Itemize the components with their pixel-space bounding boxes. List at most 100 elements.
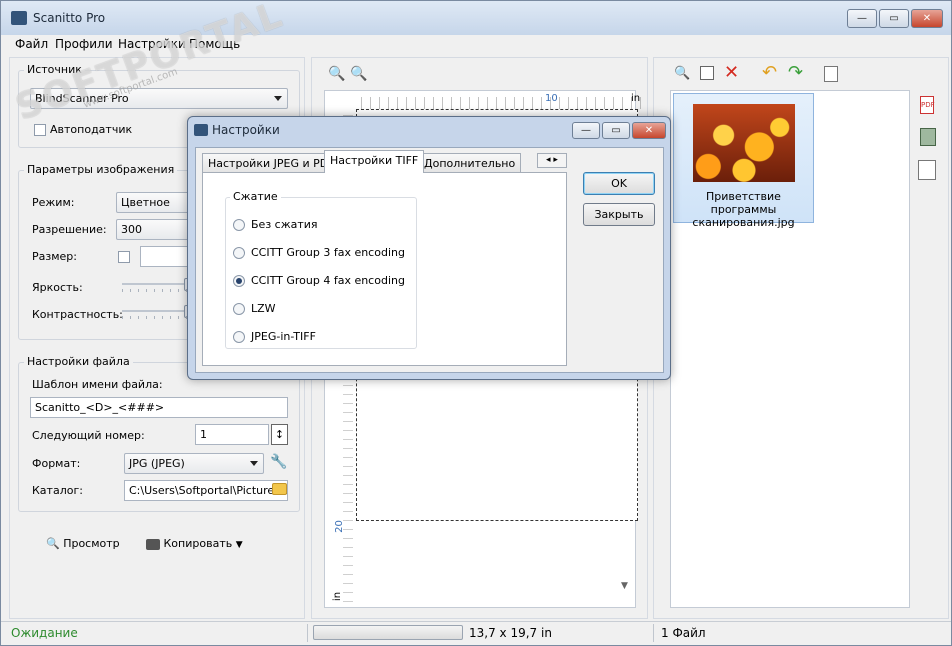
- tab-jpeg-pdf[interactable]: Настройки JPEG и PDF: [202, 153, 341, 172]
- status-divider: [307, 624, 308, 642]
- tab-advanced[interactable]: Дополнительно: [418, 153, 522, 172]
- ok-button[interactable]: OK: [583, 172, 655, 195]
- select-all-icon[interactable]: [700, 66, 714, 80]
- menu-file[interactable]: Файл: [15, 37, 48, 51]
- radio-jpeg-in-tiff[interactable]: [233, 331, 245, 343]
- folder-label: Каталог:: [32, 484, 83, 497]
- pdf-icon[interactable]: PDF: [920, 96, 935, 114]
- status-divider: [653, 624, 654, 642]
- printer-icon: [146, 538, 160, 550]
- format-select[interactable]: JPG (JPEG): [124, 453, 264, 474]
- thumbnail-item[interactable]: Приветствие программы сканирования.jpg: [673, 93, 814, 229]
- file-settings-label: Настройки файла: [24, 355, 133, 368]
- radio-no-compression[interactable]: [233, 219, 245, 231]
- window-title: Scanitto Pro: [33, 11, 106, 25]
- maximize-button[interactable]: ▭: [879, 9, 909, 28]
- app-icon: [11, 11, 27, 25]
- copy-label: Копировать: [163, 537, 233, 550]
- zoom-out-icon[interactable]: 🔍: [350, 66, 367, 82]
- menu-profiles[interactable]: Профили: [55, 37, 113, 51]
- autofeeder-checkbox[interactable]: [34, 124, 46, 136]
- zoom-in-icon[interactable]: 🔍: [328, 66, 345, 82]
- save-icon[interactable]: [920, 128, 936, 146]
- magnifier-icon: 🔍: [46, 537, 60, 550]
- progress-bar: [313, 625, 463, 640]
- dialog-body: Настройки JPEG и PDF Настройки TIFF Допо…: [195, 147, 664, 373]
- option-jpeg-in-tiff: JPEG-in-TIFF: [251, 330, 316, 343]
- preview-label: Просмотр: [63, 537, 120, 550]
- chevron-down-icon[interactable]: ▼: [236, 540, 243, 550]
- thumbnail-list: Приветствие программы сканирования.jpg: [670, 90, 910, 608]
- print-preview-icon[interactable]: [918, 160, 936, 180]
- dialog-maximize-button[interactable]: ▭: [602, 122, 630, 139]
- brightness-label: Яркость:: [32, 281, 83, 294]
- menu-bar: Файл Профили Настройки Помощь: [1, 35, 951, 55]
- folder-input[interactable]: C:\Users\Softportal\Pictures\Sc: [124, 480, 288, 501]
- tab-tiff[interactable]: Настройки TIFF: [324, 150, 425, 173]
- preview-button[interactable]: 🔍 Просмотр: [40, 534, 126, 553]
- status-bar: Ожидание 13,7 x 19,7 in 1 Файл: [1, 621, 951, 645]
- spinner-icon[interactable]: ↕: [271, 424, 288, 445]
- option-ccitt-group3: CCITT Group 3 fax encoding: [251, 246, 405, 259]
- contrast-label: Контрастность:: [32, 308, 123, 321]
- ruler-mark-20: 20: [333, 520, 345, 533]
- undo-icon[interactable]: ↶: [762, 62, 777, 83]
- ruler-mark-10: 10: [545, 93, 558, 104]
- chevron-down-icon: [250, 461, 258, 466]
- ruler-unit-left: in: [332, 591, 344, 602]
- format-value: JPG (JPEG): [129, 457, 185, 470]
- image-params-label: Параметры изображения: [24, 163, 178, 176]
- format-label: Формат:: [32, 457, 81, 470]
- thumbnail-caption: Приветствие программы сканирования.jpg: [692, 190, 795, 229]
- next-number-input[interactable]: 1: [195, 424, 269, 445]
- settings-dialog: Настройки — ▭ ✕ Настройки JPEG и PDF Нас…: [187, 116, 671, 380]
- close-dialog-button[interactable]: Закрыть: [583, 203, 655, 226]
- compression-label: Сжатие: [230, 190, 281, 203]
- scanner-select-value: BlindScanner Pro: [35, 92, 129, 105]
- scanner-select[interactable]: BlindScanner Pro: [30, 88, 288, 109]
- ruler-unit-top: in: [631, 93, 641, 104]
- resolution-label: Разрешение:: [32, 223, 107, 236]
- add-page-icon[interactable]: [824, 66, 838, 82]
- template-label: Шаблон имени файла:: [32, 378, 163, 391]
- scroll-down-icon[interactable]: ▼: [621, 581, 628, 591]
- folder-icon[interactable]: [272, 483, 287, 495]
- dialog-minimize-button[interactable]: —: [572, 122, 600, 139]
- size-label: Размер:: [32, 250, 77, 263]
- autofeeder-label: Автоподатчик: [50, 123, 133, 136]
- radio-ccitt-group4[interactable]: [233, 275, 245, 287]
- dialog-title: Настройки: [212, 123, 280, 137]
- next-number-label: Следующий номер:: [32, 429, 145, 442]
- close-button[interactable]: ✕: [911, 9, 943, 28]
- resolution-value: 300: [121, 223, 142, 236]
- option-no-compression: Без сжатия: [251, 218, 318, 231]
- dialog-icon: [194, 124, 208, 136]
- size-checkbox[interactable]: [118, 251, 130, 263]
- chevron-down-icon: [274, 96, 282, 101]
- file-count: 1 Файл: [661, 626, 706, 640]
- delete-icon[interactable]: ✕: [724, 62, 739, 83]
- scan-dimensions: 13,7 x 19,7 in: [469, 626, 552, 640]
- redo-icon[interactable]: ↷: [788, 62, 803, 83]
- status-text: Ожидание: [11, 626, 78, 640]
- copy-button[interactable]: Копировать ▼: [140, 534, 249, 553]
- title-bar: Scanitto Pro — ▭ ✕: [1, 1, 951, 35]
- wrench-icon[interactable]: 🔧: [270, 454, 287, 470]
- radio-ccitt-group3[interactable]: [233, 247, 245, 259]
- radio-lzw[interactable]: [233, 303, 245, 315]
- option-lzw: LZW: [251, 302, 276, 315]
- menu-help[interactable]: Помощь: [189, 37, 240, 51]
- tiff-settings-page: Сжатие Без сжатия CCITT Group 3 fax enco…: [202, 172, 567, 366]
- tab-scroll-arrows[interactable]: ◂ ▸: [537, 153, 567, 168]
- files-panel: 🔍 ✕ ↶ ↷ Приветствие программы сканирован…: [653, 57, 949, 619]
- view-icon[interactable]: 🔍: [674, 66, 690, 81]
- dialog-close-button[interactable]: ✕: [632, 122, 666, 139]
- mode-label: Режим:: [32, 196, 75, 209]
- option-ccitt-group4: CCITT Group 4 fax encoding: [251, 274, 405, 287]
- template-input[interactable]: Scanitto_<D>_<###>: [30, 397, 288, 418]
- thumbnail-image: [693, 104, 795, 182]
- menu-settings[interactable]: Настройки: [118, 37, 186, 51]
- source-group-label: Источник: [24, 63, 85, 76]
- mode-value: Цветное: [121, 196, 170, 209]
- minimize-button[interactable]: —: [847, 9, 877, 28]
